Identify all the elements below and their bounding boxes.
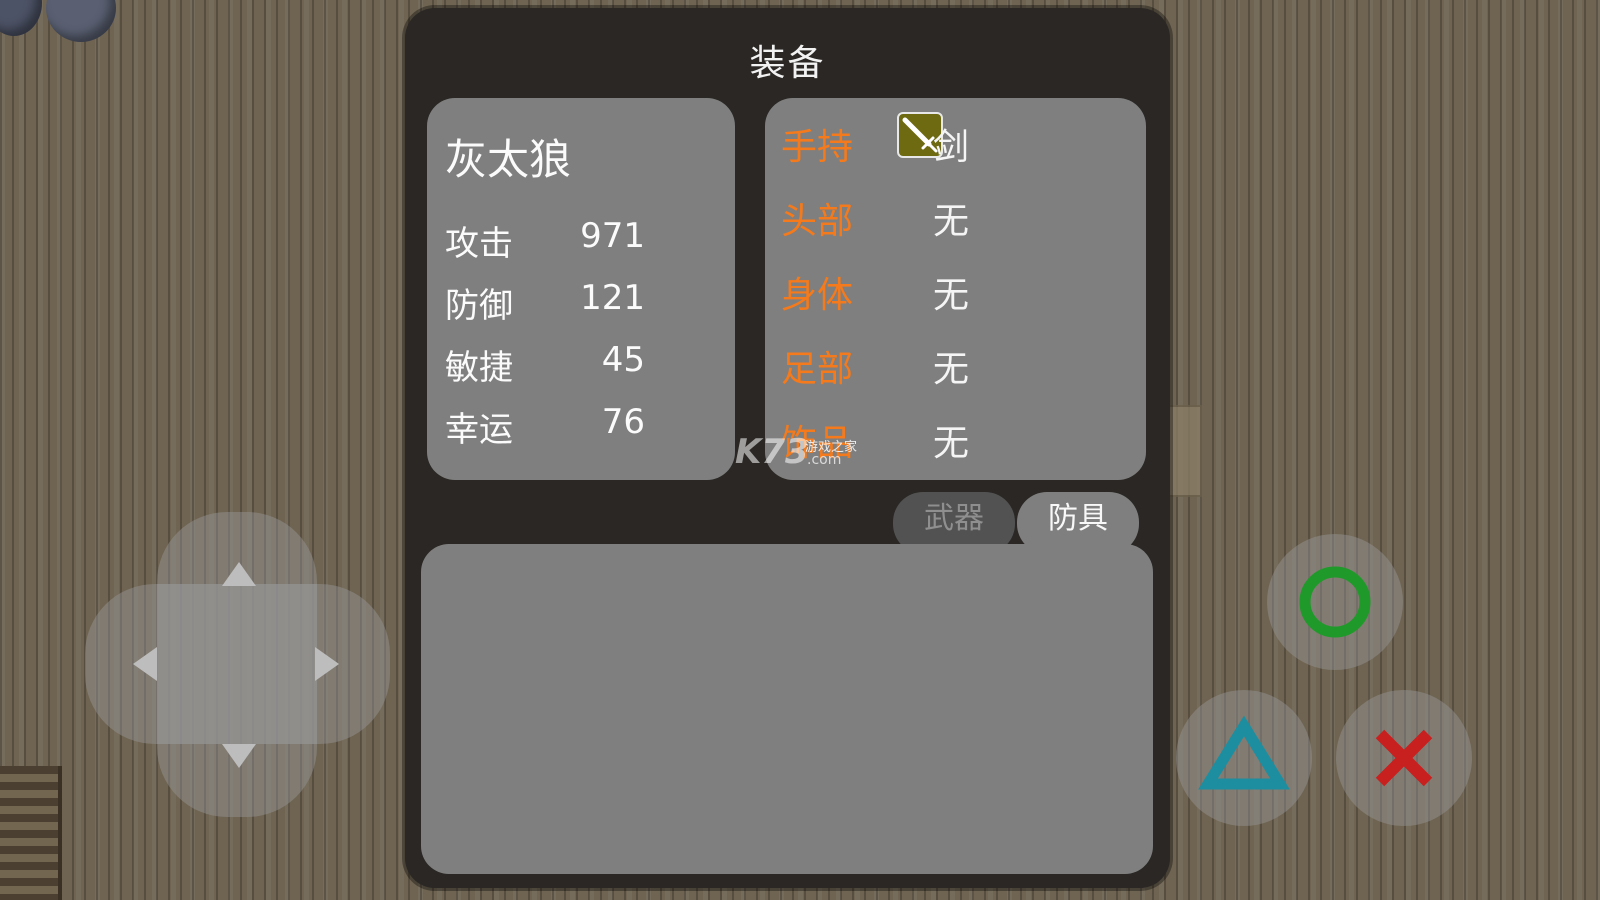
cross-icon bbox=[1375, 729, 1433, 787]
stat-value: 121 bbox=[580, 278, 645, 318]
background-stairs bbox=[0, 766, 62, 900]
down-arrow-icon[interactable] bbox=[222, 744, 256, 768]
slot-hand[interactable]: 手持 剑 bbox=[781, 112, 1121, 168]
slot-feet[interactable]: 足部 无 bbox=[781, 340, 1121, 390]
watermark-logo: K73 游戏之家 .com bbox=[735, 432, 875, 474]
inventory-list[interactable] bbox=[421, 544, 1153, 874]
stat-row-luck: 幸运 76 bbox=[445, 402, 645, 450]
slot-item: 无 bbox=[933, 423, 970, 464]
stat-row-attack: 攻击 971 bbox=[445, 216, 645, 264]
watermark-domain: .com bbox=[807, 452, 842, 468]
triangle-icon bbox=[1198, 715, 1290, 790]
right-arrow-icon[interactable] bbox=[315, 647, 339, 681]
circle-icon bbox=[1299, 566, 1371, 638]
slot-label: 手持 bbox=[781, 127, 854, 168]
stat-value: 76 bbox=[601, 402, 645, 442]
slot-label: 身体 bbox=[781, 275, 854, 316]
stat-label: 敏捷 bbox=[445, 348, 513, 388]
equipment-slots-card: 手持 剑 头部 无 身体 无 足部 无 饰品 无 bbox=[765, 98, 1146, 480]
slot-item: 剑 bbox=[933, 127, 970, 168]
background-pot bbox=[46, 0, 116, 42]
stat-label: 攻击 bbox=[445, 224, 513, 264]
circle-button[interactable] bbox=[1267, 534, 1403, 670]
up-arrow-icon[interactable] bbox=[222, 562, 256, 586]
character-name: 灰太狼 bbox=[445, 135, 572, 184]
slot-head[interactable]: 头部 无 bbox=[781, 192, 1121, 242]
slot-item: 无 bbox=[933, 349, 970, 390]
triangle-button[interactable] bbox=[1176, 690, 1312, 826]
stat-row-defense: 防御 121 bbox=[445, 278, 645, 326]
stat-value: 971 bbox=[580, 216, 645, 256]
stat-value: 45 bbox=[601, 340, 645, 380]
slot-item: 无 bbox=[933, 275, 970, 316]
stat-row-agility: 敏捷 45 bbox=[445, 340, 645, 388]
cross-button[interactable] bbox=[1336, 690, 1472, 826]
slot-label: 头部 bbox=[781, 201, 854, 242]
character-stats-card: 灰太狼 攻击 971 防御 121 敏捷 45 幸运 76 bbox=[427, 98, 735, 480]
slot-label: 足部 bbox=[781, 349, 854, 390]
stat-label: 幸运 bbox=[445, 410, 513, 450]
watermark-brand: K73 bbox=[735, 432, 809, 472]
background-pot bbox=[0, 0, 42, 36]
left-arrow-icon[interactable] bbox=[133, 647, 157, 681]
dpad bbox=[85, 512, 390, 817]
panel-title: 装备 bbox=[749, 43, 826, 84]
stat-label: 防御 bbox=[445, 286, 513, 326]
slot-item: 无 bbox=[933, 201, 970, 242]
slot-body[interactable]: 身体 无 bbox=[781, 266, 1121, 316]
